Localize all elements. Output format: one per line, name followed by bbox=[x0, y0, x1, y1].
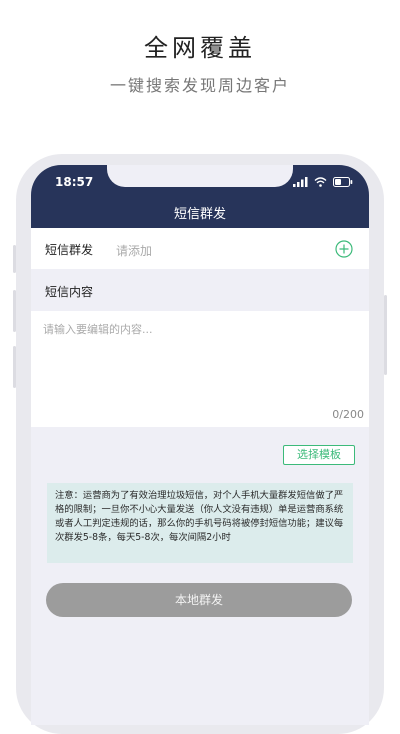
promo-title: 全网覆盖 bbox=[144, 34, 256, 62]
promo-subtitle: 一键搜索发现周边客户 bbox=[109, 76, 290, 95]
app-screen: 18:57 短信群发 短信群发 请添加 短信内容 请输入要编辑的内容... 0/… bbox=[31, 165, 369, 725]
local-send-button[interactable]: 本地群发 bbox=[46, 583, 352, 617]
phone-volume-up-button bbox=[13, 290, 16, 332]
phone-side-button bbox=[13, 245, 16, 273]
status-icons bbox=[293, 177, 353, 187]
char-counter: 0/200 bbox=[332, 408, 364, 421]
nav-bar: 18:57 短信群发 bbox=[31, 165, 369, 228]
notice-box: 注意：运营商为了有效治理垃圾短信，对个人手机大量群发短信做了严格的限制；一旦你不… bbox=[47, 483, 353, 563]
phone-power-button bbox=[384, 295, 387, 375]
battery-icon bbox=[333, 177, 353, 187]
nav-title: 短信群发 bbox=[173, 207, 226, 222]
recipient-label: 短信群发 bbox=[45, 243, 94, 257]
content-placeholder: 请输入要编辑的内容... bbox=[43, 323, 153, 336]
signal-icon bbox=[293, 177, 308, 187]
plus-circle-icon[interactable] bbox=[335, 240, 353, 258]
wifi-icon bbox=[314, 177, 327, 187]
phone-volume-down-button bbox=[13, 346, 16, 388]
content-textarea[interactable]: 请输入要编辑的内容... 0/200 bbox=[31, 311, 369, 427]
content-label-row: 短信内容 bbox=[31, 269, 369, 311]
recipient-row[interactable]: 短信群发 请添加 bbox=[31, 228, 369, 269]
status-time: 18:57 bbox=[55, 175, 94, 189]
select-template-button[interactable]: 选择模板 bbox=[283, 445, 355, 465]
content-label: 短信内容 bbox=[45, 285, 94, 299]
phone-notch bbox=[107, 165, 293, 187]
recipient-input[interactable]: 请添加 bbox=[116, 242, 152, 259]
